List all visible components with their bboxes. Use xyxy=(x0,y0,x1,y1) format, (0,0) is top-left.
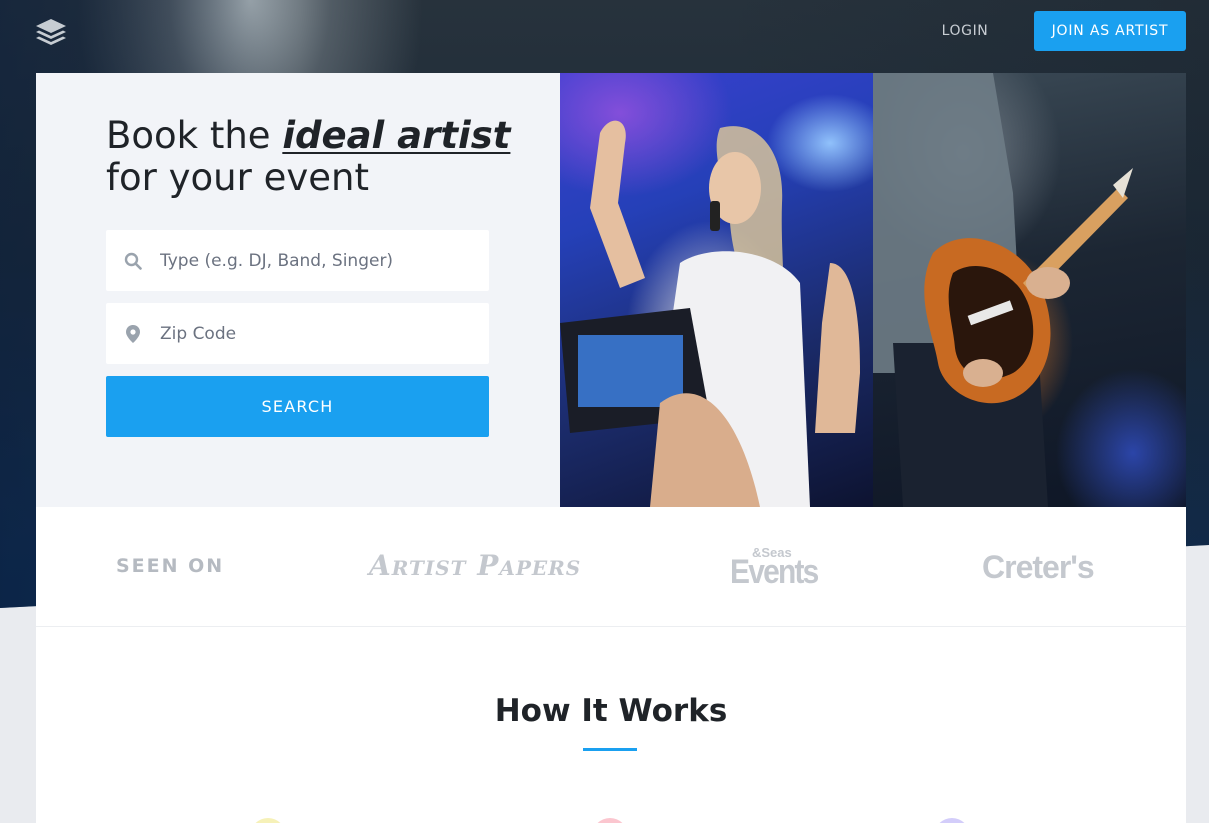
events-logo-main: Events xyxy=(730,553,819,591)
creters-logo: Creter's xyxy=(982,549,1095,585)
main-card: Book the ideal artist for your event SEA xyxy=(36,73,1186,823)
headline-emphasis: ideal artist xyxy=(282,114,511,157)
headline-prefix: Book the xyxy=(106,114,283,157)
join-as-artist-button[interactable]: JOIN AS ARTIST xyxy=(1034,11,1186,51)
hero-headline: Book the ideal artist for your event xyxy=(106,115,526,199)
events-logo: &Seas Events xyxy=(730,545,830,591)
search-panel: Book the ideal artist for your event SEA xyxy=(36,73,560,507)
artist-type-input[interactable] xyxy=(160,250,480,271)
seen-on-row: SEEN ON Artist Papers &Seas Events Crete… xyxy=(36,507,1186,627)
title-underline xyxy=(583,748,637,751)
step-2-icon xyxy=(592,818,628,823)
login-link[interactable]: LOGIN xyxy=(930,20,1000,42)
zip-code-input[interactable] xyxy=(160,323,480,344)
map-pin-icon xyxy=(106,324,160,343)
search-button[interactable]: SEARCH xyxy=(106,376,489,437)
guitarist-photo xyxy=(873,73,1186,507)
search-icon xyxy=(106,252,160,270)
artist-papers-logo: Artist Papers xyxy=(369,549,582,582)
layers-icon[interactable] xyxy=(34,16,68,50)
step-1-icon xyxy=(250,818,286,823)
headline-suffix: for your event xyxy=(106,156,369,199)
seen-on-label: SEEN ON xyxy=(116,555,225,577)
singer-photo xyxy=(560,73,873,507)
how-it-works-title: How It Works xyxy=(494,693,728,729)
artist-type-field[interactable] xyxy=(106,230,489,291)
step-3-icon xyxy=(934,818,970,823)
zip-code-field[interactable] xyxy=(106,303,489,364)
